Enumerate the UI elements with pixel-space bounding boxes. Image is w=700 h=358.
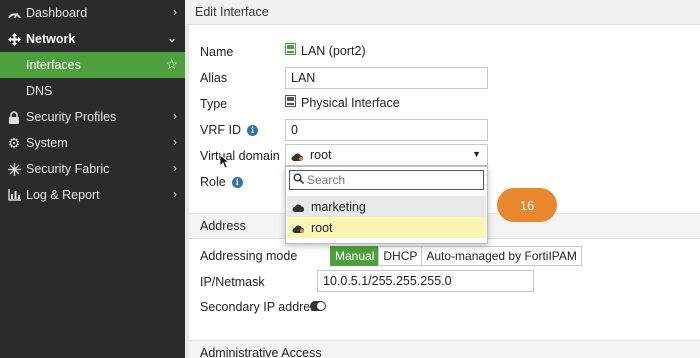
info-icon[interactable]: i bbox=[231, 176, 243, 188]
secondary-ip-toggle[interactable] bbox=[310, 301, 326, 311]
sidebar-item-log-report[interactable]: Log & Report › bbox=[0, 182, 185, 208]
name-value: LAN (port2) bbox=[285, 43, 366, 58]
vdom-dropdown: Search marketing root bbox=[285, 166, 488, 244]
sidebar-item-network[interactable]: Network ⌄ bbox=[0, 26, 185, 52]
mode-fortiipam-button[interactable]: Auto-managed by FortiIPAM bbox=[421, 246, 582, 266]
chart-icon bbox=[7, 188, 21, 202]
sidebar-item-security-profiles[interactable]: Security Profiles › bbox=[0, 104, 185, 130]
type-label: Type bbox=[200, 97, 228, 111]
network-icon bbox=[7, 32, 21, 46]
page-title: Edit Interface bbox=[185, 0, 700, 25]
info-icon[interactable]: i bbox=[246, 124, 258, 136]
chevron-right-icon: › bbox=[173, 109, 177, 123]
sidebar-item-interfaces[interactable]: Interfaces ☆ bbox=[0, 52, 185, 78]
search-icon bbox=[293, 173, 305, 187]
sidebar-item-dns[interactable]: DNS bbox=[0, 78, 185, 104]
chevron-right-icon: › bbox=[173, 135, 177, 149]
cloud-icon bbox=[292, 223, 305, 233]
name-label: Name bbox=[200, 45, 234, 59]
cloud-icon bbox=[292, 202, 305, 212]
sidebar-item-label: Dashboard bbox=[26, 6, 88, 20]
sidebar-item-security-fabric[interactable]: Security Fabric › bbox=[0, 156, 185, 182]
step-badge: 16 bbox=[497, 188, 557, 222]
vdom-select[interactable]: root ▼ bbox=[285, 144, 488, 166]
mode-manual-button[interactable]: Manual bbox=[330, 246, 380, 266]
ip-netmask-input[interactable]: 10.0.5.1/255.255.255.0 bbox=[317, 270, 534, 292]
sidebar-item-label: DNS bbox=[26, 84, 53, 98]
panel-divider bbox=[185, 25, 189, 358]
port-icon bbox=[285, 95, 296, 110]
vrf-input[interactable]: 0 bbox=[285, 119, 488, 141]
star-icon[interactable]: ☆ bbox=[165, 56, 178, 73]
secondary-ip-label: Secondary IP address bbox=[200, 300, 323, 314]
mode-dhcp-button[interactable]: DHCP bbox=[378, 246, 423, 266]
chevron-right-icon: › bbox=[173, 161, 177, 175]
alias-label: Alias bbox=[200, 71, 228, 85]
addressing-mode-toggle: Manual DHCP Auto-managed by FortiIPAM bbox=[330, 246, 582, 266]
sidebar-item-label: Security Profiles bbox=[26, 110, 117, 124]
chevron-right-icon: › bbox=[173, 5, 177, 19]
fabric-icon bbox=[7, 162, 21, 176]
gear-icon: ⚙ bbox=[7, 134, 21, 151]
ip-netmask-label: IP/Netmask bbox=[200, 275, 265, 289]
cloud-icon bbox=[291, 151, 304, 161]
chevron-right-icon: › bbox=[173, 187, 177, 201]
sidebar-item-label: Security Fabric bbox=[26, 162, 110, 176]
chevron-down-icon: ⌄ bbox=[166, 31, 177, 45]
dropdown-option-root[interactable]: root bbox=[287, 217, 486, 238]
role-label: Role i bbox=[200, 175, 243, 189]
alias-input[interactable]: LAN bbox=[285, 67, 488, 89]
mouse-cursor-icon bbox=[219, 154, 231, 172]
port-icon bbox=[285, 43, 296, 58]
caret-down-icon: ▼ bbox=[472, 149, 481, 159]
section-administrative-access: Administrative Access bbox=[189, 340, 700, 358]
sidebar-item-system[interactable]: ⚙ System › bbox=[0, 130, 185, 156]
type-value: Physical Interface bbox=[285, 95, 400, 110]
dropdown-option-marketing[interactable]: marketing bbox=[287, 196, 486, 217]
sidebar-item-label: System bbox=[26, 136, 68, 150]
vdom-label: Virtual domain bbox=[200, 149, 280, 163]
dashboard-icon bbox=[7, 6, 21, 20]
lock-icon bbox=[7, 110, 21, 124]
sidebar-item-label: Log & Report bbox=[26, 188, 100, 202]
addressing-mode-label: Addressing mode bbox=[200, 249, 298, 263]
sidebar-item-dashboard[interactable]: Dashboard › bbox=[0, 0, 185, 26]
vrf-label: VRF ID i bbox=[200, 123, 258, 137]
sidebar: Dashboard › Network ⌄ Interfaces ☆ DNS S… bbox=[0, 0, 185, 358]
sidebar-item-label: Network bbox=[26, 32, 76, 46]
sidebar-item-label: Interfaces bbox=[26, 58, 81, 72]
dropdown-search-input[interactable]: Search bbox=[289, 170, 484, 190]
